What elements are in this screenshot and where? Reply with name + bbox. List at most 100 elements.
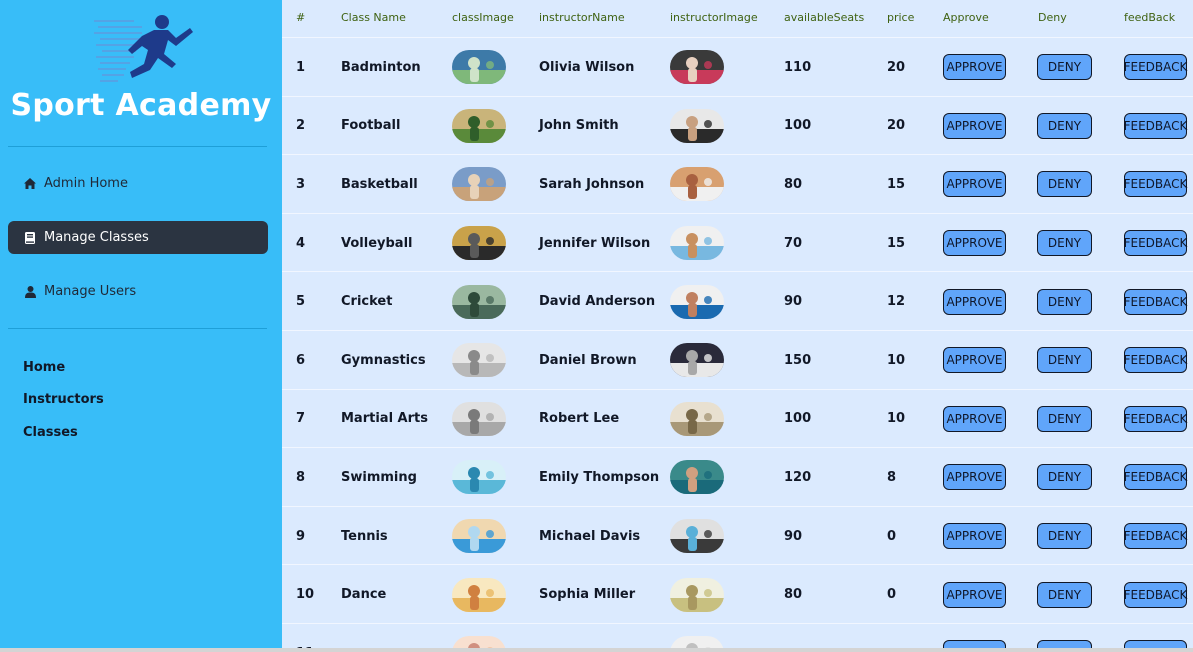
horizontal-scrollbar[interactable] <box>0 648 1193 652</box>
class-name: Martial Arts <box>341 411 428 427</box>
row-index: 7 <box>296 411 306 427</box>
feedback-button[interactable]: FEEDBACK <box>1124 288 1187 315</box>
class-image <box>452 401 506 436</box>
instructor-image-cell <box>670 272 724 331</box>
instructor-image-cell <box>670 155 724 214</box>
feedback-button[interactable]: FEEDBACK <box>1124 581 1187 608</box>
class-image-cell <box>452 565 506 624</box>
class-name: Basketball <box>341 176 418 192</box>
row-index: 2 <box>296 118 306 134</box>
class-name: Tennis <box>341 528 388 544</box>
feedback-button[interactable]: FEEDBACK <box>1124 54 1187 81</box>
class-name: Badminton <box>341 59 421 75</box>
deny-button[interactable]: DENY <box>1037 288 1092 315</box>
sidebar-item-admin-home[interactable]: Admin Home <box>8 167 268 200</box>
feedback-button[interactable]: FEEDBACK <box>1124 405 1187 432</box>
feedback-button[interactable]: FEEDBACK <box>1124 347 1187 374</box>
available-seats: 90 <box>784 528 803 544</box>
instructor-name: Emily Thompson <box>539 469 660 485</box>
table-row: 5 Cricket David Anderson 90 12 APPROVE DENY FEE… <box>282 271 1193 331</box>
deny-button[interactable]: DENY <box>1037 54 1092 81</box>
nav-link-classes[interactable]: Classes <box>23 425 78 440</box>
runner-logo-icon <box>92 12 196 88</box>
class-name: Dance <box>341 587 387 603</box>
deny-button[interactable]: DENY <box>1037 230 1092 257</box>
home-icon <box>22 178 38 189</box>
feedback-button[interactable]: FEEDBACK <box>1124 230 1187 257</box>
deny-button[interactable]: DENY <box>1037 523 1092 550</box>
feedback-button[interactable]: FEEDBACK <box>1124 523 1187 550</box>
class-image <box>452 50 506 85</box>
deny-button[interactable]: DENY <box>1037 112 1092 139</box>
price: 10 <box>887 352 906 368</box>
table-row: 2 Football John Smith 100 20 APPROVE DENY FEEDB… <box>282 95 1193 156</box>
table-row: 9 Tennis Michael Davis 90 0 APPROVE DENY FEEDBA… <box>282 505 1193 566</box>
class-image-cell <box>452 331 506 390</box>
instructor-name: Sarah Johnson <box>539 176 645 192</box>
price: 8 <box>887 469 897 485</box>
class-image <box>452 108 506 143</box>
deny-button[interactable]: DENY <box>1037 581 1092 608</box>
instructor-image-cell <box>670 38 724 97</box>
sidebar-item-manage-classes[interactable]: Manage Classes <box>8 221 268 254</box>
available-seats: 100 <box>784 411 812 427</box>
deny-button[interactable]: DENY <box>1037 347 1092 374</box>
deny-button[interactable]: DENY <box>1037 464 1092 491</box>
instructor-name: David Anderson <box>539 294 656 310</box>
approve-button[interactable]: APPROVE <box>943 112 1006 139</box>
instructor-image <box>670 50 724 85</box>
approve-button[interactable]: APPROVE <box>943 230 1006 257</box>
class-image-cell <box>452 390 506 449</box>
column-header-available-seats: availableSeats <box>784 11 865 24</box>
instructor-name: Robert Lee <box>539 411 620 427</box>
row-index: 3 <box>296 176 306 192</box>
class-image <box>452 284 506 319</box>
column-header-approve: Approve <box>943 11 989 24</box>
available-seats: 100 <box>784 118 812 134</box>
available-seats: 70 <box>784 235 803 251</box>
row-index: 5 <box>296 294 306 310</box>
instructor-name: Daniel Brown <box>539 352 637 368</box>
instructor-image-cell <box>670 565 724 624</box>
deny-button[interactable]: DENY <box>1037 405 1092 432</box>
class-name: Volleyball <box>341 235 413 251</box>
price: 12 <box>887 294 906 310</box>
approve-button[interactable]: APPROVE <box>943 581 1006 608</box>
sidebar-item-manage-users[interactable]: Manage Users <box>8 275 268 308</box>
column-header-instructor-name: instructorName <box>539 11 625 24</box>
brand-title: Sport Academy <box>10 88 272 123</box>
instructor-image <box>670 343 724 378</box>
feedback-button[interactable]: FEEDBACK <box>1124 171 1187 198</box>
price: 0 <box>887 587 897 603</box>
approve-button[interactable]: APPROVE <box>943 288 1006 315</box>
nav-link-home[interactable]: Home <box>23 360 65 375</box>
class-image-cell <box>452 214 506 273</box>
available-seats: 80 <box>784 176 803 192</box>
class-image <box>452 519 506 554</box>
table-row: 1 Badminton Olivia Wilson 110 20 APPROVE DENY F… <box>282 37 1193 97</box>
instructor-name: Michael Davis <box>539 528 641 544</box>
deny-button[interactable]: DENY <box>1037 171 1092 198</box>
instructor-image <box>670 460 724 495</box>
feedback-button[interactable]: FEEDBACK <box>1124 112 1187 139</box>
instructor-image <box>670 401 724 436</box>
price: 0 <box>887 528 897 544</box>
instructor-image <box>670 519 724 554</box>
available-seats: 110 <box>784 59 812 75</box>
instructor-image <box>670 108 724 143</box>
approve-button[interactable]: APPROVE <box>943 464 1006 491</box>
row-index: 6 <box>296 352 306 368</box>
approve-button[interactable]: APPROVE <box>943 405 1006 432</box>
nav-link-instructors[interactable]: Instructors <box>23 392 104 407</box>
instructor-image <box>670 167 724 202</box>
feedback-button[interactable]: FEEDBACK <box>1124 464 1187 491</box>
available-seats: 120 <box>784 469 812 485</box>
book-icon <box>22 231 38 244</box>
approve-button[interactable]: APPROVE <box>943 171 1006 198</box>
instructor-name: Jennifer Wilson <box>539 235 651 251</box>
approve-button[interactable]: APPROVE <box>943 523 1006 550</box>
approve-button[interactable]: APPROVE <box>943 347 1006 374</box>
column-header-class-image: classImage <box>452 11 514 24</box>
available-seats: 90 <box>784 294 803 310</box>
approve-button[interactable]: APPROVE <box>943 54 1006 81</box>
